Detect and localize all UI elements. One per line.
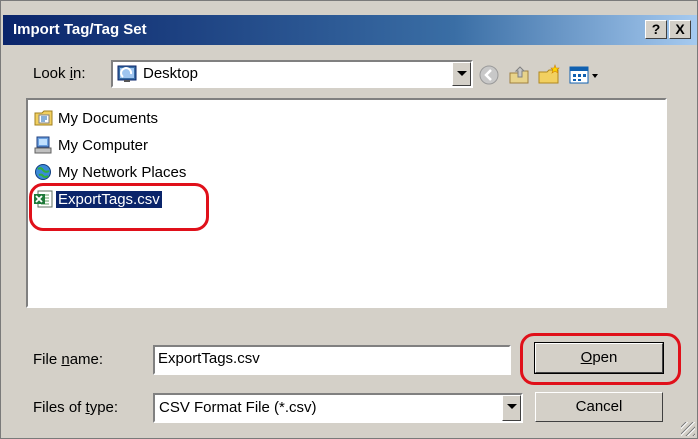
up-folder-icon[interactable]: [506, 63, 532, 87]
look-in-value: Desktop: [143, 65, 199, 82]
network-places-icon: [34, 163, 54, 181]
file-list[interactable]: My Documents My Computer My Network Plac…: [26, 98, 667, 308]
cancel-button[interactable]: Cancel: [535, 392, 663, 422]
help-button[interactable]: ?: [645, 20, 667, 39]
my-computer-icon: [34, 136, 54, 154]
window-title: Import Tag/Tag Set: [13, 21, 147, 38]
file-type-value: CSV Format File (*.csv): [159, 399, 317, 416]
file-name-input[interactable]: ExportTags.csv: [153, 345, 511, 375]
new-folder-icon[interactable]: [536, 63, 562, 87]
resize-grip[interactable]: [681, 422, 695, 436]
desktop-icon: [117, 65, 137, 83]
my-documents-icon: [34, 109, 54, 127]
title-bar[interactable]: Import Tag/Tag Set ? X: [3, 15, 697, 45]
open-button[interactable]: Open: [534, 342, 664, 374]
import-dialog: Import Tag/Tag Set ? X Look in: Desktop …: [0, 0, 698, 439]
excel-csv-icon: [34, 190, 54, 208]
look-in-dropdown-button[interactable]: [452, 62, 471, 86]
view-menu-icon[interactable]: [566, 63, 606, 87]
back-icon[interactable]: [476, 63, 502, 87]
look-in-label: Look in:: [33, 65, 86, 82]
file-type-dropdown-button[interactable]: [502, 395, 521, 421]
file-type-combo[interactable]: CSV Format File (*.csv): [153, 393, 523, 423]
look-in-combo[interactable]: Desktop: [111, 60, 473, 88]
file-type-label: Files of type:: [33, 399, 119, 416]
file-name-label: File name:: [33, 351, 104, 368]
close-button[interactable]: X: [669, 20, 691, 39]
